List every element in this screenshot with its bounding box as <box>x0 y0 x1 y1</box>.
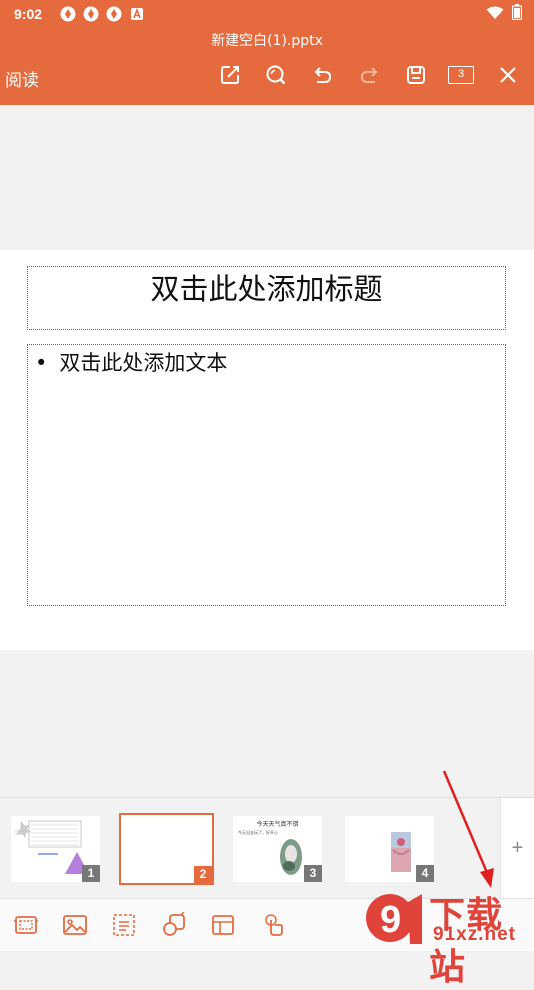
save-icon[interactable] <box>401 60 431 90</box>
top-toolbar: 3 <box>215 60 525 90</box>
shape-icon[interactable] <box>160 911 188 939</box>
thumbnail-number: 3 <box>304 865 322 882</box>
app-notification-icon <box>129 6 145 22</box>
wifi-icon <box>486 5 504 24</box>
slide-thumbnail-1[interactable]: 1 <box>11 816 100 882</box>
edit-icon[interactable] <box>215 60 245 90</box>
current-slide[interactable]: 双击此处添加标题 • 双击此处添加文本 <box>0 250 534 650</box>
thumbnail-number: 2 <box>194 866 212 883</box>
table-icon[interactable] <box>209 911 237 939</box>
bullet: • <box>35 351 48 375</box>
slide-thumbnail-strip: 1 2 今天天气真不错 今天出去玩了，好开心 3 4 + <box>0 797 534 899</box>
file-name: 新建空白(1).pptx <box>211 33 323 49</box>
thumbnail-number: 1 <box>82 865 100 882</box>
title-placeholder[interactable]: 双击此处添加标题 <box>27 266 506 330</box>
thumbnail-number: 4 <box>416 865 434 882</box>
slide-count-button[interactable]: 3 <box>446 60 476 90</box>
add-slide-button[interactable]: + <box>500 798 534 899</box>
status-notification-icons <box>60 6 145 22</box>
slide-thumbnail-4[interactable]: 4 <box>345 816 434 882</box>
pointer-icon[interactable] <box>260 911 288 939</box>
site-watermark: 9 下载站 91xz.net <box>362 888 534 988</box>
app-header: 9:02 新建空白(1).pptx 阅读 3 <box>0 0 534 105</box>
undo-icon[interactable] <box>307 60 337 90</box>
slide-canvas[interactable]: 双击此处添加标题 • 双击此处添加文本 <box>0 105 534 795</box>
redo-icon[interactable] <box>355 60 385 90</box>
slide-thumbnail-2[interactable]: 2 <box>119 813 214 885</box>
body-placeholder-text: 双击此处添加文本 <box>59 351 228 375</box>
body-placeholder[interactable]: • 双击此处添加文本 <box>27 344 506 606</box>
app-notification-icon <box>60 6 76 22</box>
textbox-icon[interactable] <box>110 911 138 939</box>
search-icon[interactable] <box>261 60 291 90</box>
status-time: 9:02 <box>14 6 43 22</box>
svg-text:9: 9 <box>380 899 401 941</box>
slide-thumbnail-3[interactable]: 今天天气真不错 今天出去玩了，好开心 3 <box>233 816 322 882</box>
app-notification-icon <box>106 6 122 22</box>
status-system-icons <box>486 4 523 24</box>
watermark-logo-icon: 9 <box>366 894 422 944</box>
close-icon[interactable] <box>493 60 523 90</box>
app-notification-icon <box>83 6 99 22</box>
watermark-url: 91xz.net <box>433 924 516 945</box>
read-mode-button[interactable]: 阅读 <box>5 66 39 91</box>
battery-icon <box>511 4 523 24</box>
insert-slide-icon[interactable] <box>12 911 40 939</box>
slide-count-box: 3 <box>448 66 474 84</box>
image-icon[interactable] <box>61 911 89 939</box>
